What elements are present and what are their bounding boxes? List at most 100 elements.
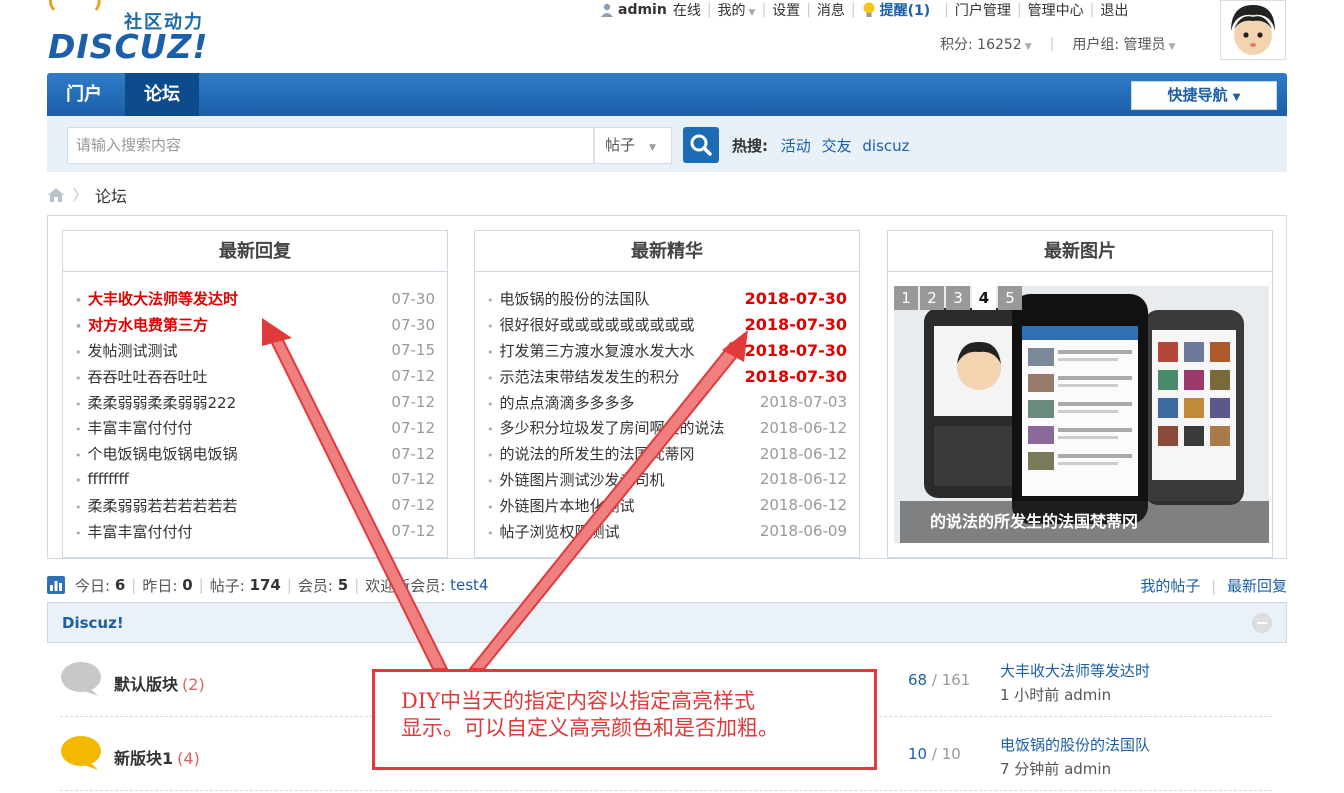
stat-posts: 174	[249, 576, 281, 594]
hot-search-link[interactable]: 活动	[781, 137, 811, 155]
usergroup-menu[interactable]: 用户组: 管理员 ▼	[1072, 34, 1175, 54]
panel-title: 最新回复	[63, 231, 447, 272]
chevron-down-icon: ▼	[1232, 92, 1241, 103]
search-input[interactable]: 请输入搜索内容	[67, 127, 594, 164]
portal-panels: 最新回复 大丰收大法师等发达时07-30 对方水电费第三方07-30 发帖测试测…	[47, 215, 1287, 559]
list-item[interactable]: 外链图片测试沙发老司机2018-06-12	[487, 467, 848, 493]
mine-menu[interactable]: 我的 ▼	[718, 0, 756, 20]
list-item[interactable]: 打发第三方渡水复渡水发大水2018-07-30	[487, 338, 848, 364]
username-link[interactable]: admin	[618, 2, 667, 18]
list-item[interactable]: 柔柔弱弱柔柔弱弱22207-12	[75, 389, 436, 415]
stat-members: 5	[337, 576, 349, 594]
portal-manage-link[interactable]: 门户管理	[955, 0, 1011, 20]
home-icon[interactable]	[47, 187, 65, 203]
latest-pics-panel: 最新图片 1 2 3 4 5 的说法的所发生的法国梵蒂冈	[887, 230, 1273, 558]
search-type-select[interactable]: 帖子 ▼	[594, 127, 672, 164]
stat-yesterday: 0	[182, 576, 193, 594]
list-item[interactable]: 的点点滴滴多多多多2018-07-03	[487, 389, 848, 415]
list-item[interactable]: 丰富丰富付付付07-12	[75, 518, 436, 544]
list-item[interactable]: 外链图片本地化测试2018-06-12	[487, 492, 848, 518]
online-status[interactable]: 在线	[673, 0, 701, 20]
search-button[interactable]	[683, 127, 719, 163]
list-item[interactable]: 示范法束带结发发生的积分2018-07-30	[487, 363, 848, 389]
settings-link[interactable]: 设置	[772, 0, 800, 20]
list-item[interactable]: 的说法的所发生的法国梵蒂冈2018-06-12	[487, 441, 848, 467]
list-item[interactable]: 帖子浏览权限测试2018-06-09	[487, 518, 848, 544]
slide-page-button[interactable]: 5	[998, 286, 1022, 310]
last-post-link[interactable]: 电饭锅的股份的法国队	[1000, 734, 1150, 755]
chart-icon	[47, 576, 65, 594]
list-item[interactable]: 电饭锅的股份的法国队2018-07-30	[487, 286, 848, 312]
avatar[interactable]	[1220, 0, 1286, 60]
latest-reply-panel: 最新回复 大丰收大法师等发达时07-30 对方水电费第三方07-30 发帖测试测…	[62, 230, 448, 558]
user-meta: 积分: 16252 ▼ | 用户组: 管理员 ▼	[940, 34, 1176, 54]
bulb-icon	[863, 2, 875, 17]
latest-replies-link[interactable]: 最新回复	[1227, 577, 1287, 595]
pic-slideshow[interactable]: 1 2 3 4 5 的说法的所发生的法国梵蒂冈	[894, 286, 1269, 543]
latest-digest-panel: 最新精华 电饭锅的股份的法国队2018-07-30 很好很好或或或或或或或或或2…	[474, 230, 860, 558]
chevron-down-icon: ▼	[748, 8, 756, 18]
messages-link[interactable]: 消息	[817, 0, 845, 20]
collapse-icon[interactable]	[1252, 613, 1272, 633]
hot-search-link[interactable]: discuz	[862, 137, 909, 155]
quick-nav-button[interactable]: 快捷导航 ▼	[1131, 81, 1277, 110]
user-icon	[601, 3, 613, 17]
list-item[interactable]: 很好很好或或或或或或或或或2018-07-30	[487, 312, 848, 338]
stat-today: 6	[114, 576, 126, 594]
main-nav: 门户 论坛 快捷导航 ▼	[47, 73, 1287, 116]
logo-wordmark: DISCUZ!	[48, 27, 209, 66]
site-logo[interactable]: 社区动力 DISCUZ!	[46, 0, 226, 70]
logout-link[interactable]: 退出	[1100, 0, 1128, 20]
list-item[interactable]: 丰富丰富付付付07-12	[75, 415, 436, 441]
slide-page-button[interactable]: 4	[972, 286, 996, 310]
forum-name[interactable]: 新版块1 (4)	[114, 745, 200, 769]
forum-last-post: 大丰收大法师等发达时 1 小时前 admin	[1000, 660, 1150, 705]
forum-bubble-icon[interactable]	[60, 734, 102, 772]
chevron-down-icon: ▼	[1168, 42, 1176, 52]
slide-page-button[interactable]: 2	[920, 286, 944, 310]
tab-forum[interactable]: 论坛	[125, 73, 199, 116]
list-item[interactable]: 发帖测试测试07-15	[75, 338, 436, 364]
forum-counts: 10 / 10	[908, 745, 961, 763]
my-posts-link[interactable]: 我的帖子	[1140, 577, 1200, 595]
forum-group-title[interactable]: Discuz!	[62, 614, 124, 632]
hot-search-link[interactable]: 交友	[822, 137, 852, 155]
remind-link[interactable]: 提醒(1)	[880, 0, 931, 20]
tab-portal[interactable]: 门户	[47, 73, 121, 116]
forum-counts: 68 / 161	[908, 671, 971, 689]
list-item[interactable]: ffffffff07-12	[75, 467, 436, 493]
forum-name[interactable]: 默认版块 (2)	[114, 671, 205, 695]
list-item[interactable]: 个电饭锅电饭锅电饭锅07-12	[75, 441, 436, 467]
list-item[interactable]: 吞吞吐吐吞吞吐吐07-12	[75, 363, 436, 389]
admin-center-link[interactable]: 管理中心	[1028, 0, 1084, 20]
new-member-link[interactable]: test4	[450, 576, 488, 594]
chevron-right-icon: 〉	[73, 188, 87, 204]
slide-page-button[interactable]: 1	[894, 286, 918, 310]
slide-pager: 1 2 3 4 5	[894, 286, 1022, 310]
last-post-meta: 1 小时前 admin	[1000, 686, 1112, 704]
last-post-meta: 7 分钟前 admin	[1000, 760, 1112, 778]
list-item[interactable]: 对方水电费第三方07-30	[75, 312, 435, 338]
latest-reply-list: 大丰收大法师等发达时07-30 对方水电费第三方07-30 发帖测试测试07-1…	[63, 272, 447, 544]
latest-digest-list: 电饭锅的股份的法国队2018-07-30 很好很好或或或或或或或或或2018-0…	[475, 272, 859, 544]
chevron-down-icon: ▼	[649, 143, 656, 153]
forum-group-header: Discuz!	[47, 602, 1287, 643]
breadcrumb-current: 论坛	[95, 187, 128, 206]
panel-title: 最新图片	[888, 231, 1272, 272]
breadcrumb: 〉 论坛	[47, 184, 127, 206]
forum-bubble-icon[interactable]	[60, 660, 102, 698]
list-item[interactable]: 大丰收大法师等发达时07-30	[75, 286, 435, 312]
annotation-line: DIY中当天的指定内容以指定高亮样式	[401, 689, 755, 713]
forum-last-post: 电饭锅的股份的法国队 7 分钟前 admin	[1000, 734, 1150, 779]
last-post-link[interactable]: 大丰收大法师等发达时	[1000, 660, 1150, 681]
list-item[interactable]: 柔柔弱弱若若若若若若07-12	[75, 492, 436, 518]
points-menu[interactable]: 积分: 16252 ▼	[940, 34, 1032, 54]
panel-title: 最新精华	[475, 231, 859, 272]
chevron-down-icon: ▼	[1024, 42, 1032, 52]
slide-caption[interactable]: 的说法的所发生的法国梵蒂冈	[900, 501, 1269, 543]
cloud-icon	[49, 0, 101, 11]
annotation-box: DIY中当天的指定内容以指定高亮样式 显示。可以自定义高亮颜色和是否加粗。	[372, 669, 877, 770]
hot-search: 热搜: 活动 交友 discuz	[732, 135, 916, 156]
list-item[interactable]: 多少积分垃圾发了房间啊发的说法2018-06-12	[487, 415, 848, 441]
slide-page-button[interactable]: 3	[946, 286, 970, 310]
